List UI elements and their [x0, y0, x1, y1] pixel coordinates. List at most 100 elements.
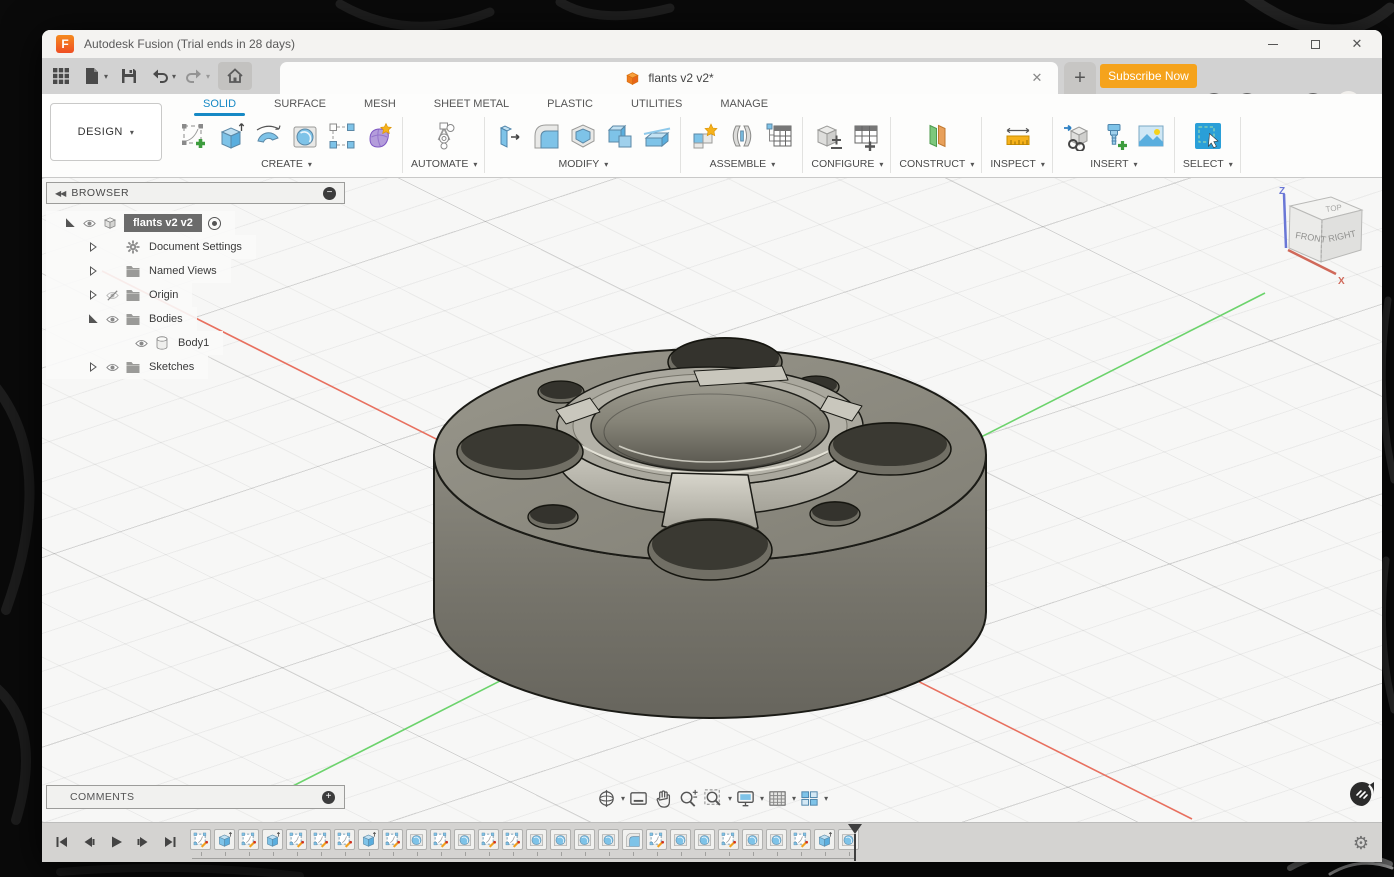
viewport-canvas[interactable]: Z X TOP FRONT RIGHT ◀◀ BROWSER − flants …	[42, 178, 1382, 822]
hole-button[interactable]	[289, 120, 321, 152]
construct-plane-button[interactable]	[921, 120, 953, 152]
group-label[interactable]: CONSTRUCT▾	[899, 158, 974, 170]
pattern-button[interactable]	[326, 120, 358, 152]
ribbon-tab-mesh[interactable]: MESH	[345, 94, 415, 115]
timeline-feature-sketch[interactable]	[238, 829, 259, 850]
step-back-button[interactable]	[79, 832, 99, 852]
timeline-feature-sketch[interactable]	[790, 829, 811, 850]
timeline-feature-extrude[interactable]	[814, 829, 835, 850]
fillet-button[interactable]	[530, 120, 562, 152]
close-button[interactable]: ✕	[1336, 30, 1378, 58]
skip-end-button[interactable]	[160, 832, 180, 852]
ribbon-tab-utilities[interactable]: UTILITIES	[612, 94, 701, 115]
timeline-feature-sketch[interactable]	[478, 829, 499, 850]
eye-icon[interactable]	[134, 336, 149, 351]
view-cube[interactable]: Z X TOP FRONT RIGHT	[1279, 186, 1362, 287]
tab-close-icon[interactable]: ✕	[1028, 69, 1046, 87]
revolve-button[interactable]	[252, 120, 284, 152]
timeline-feature-hole[interactable]	[742, 829, 763, 850]
home-button[interactable]	[218, 62, 252, 90]
redo-button[interactable]: ▾	[184, 62, 210, 90]
display-settings-button[interactable]	[733, 786, 757, 810]
group-label[interactable]: INSERT▾	[1090, 158, 1137, 170]
body1-model[interactable]	[434, 337, 986, 718]
timeline-feature-sketch[interactable]	[502, 829, 523, 850]
timeline-feature-extrude[interactable]	[358, 829, 379, 850]
collapse-panel-icon[interactable]: ◀◀	[55, 189, 65, 198]
assistant-bubble[interactable]	[1348, 780, 1376, 808]
group-label[interactable]: CREATE▾	[261, 158, 312, 170]
pan-button[interactable]	[651, 786, 675, 810]
configuration-button[interactable]	[813, 120, 845, 152]
subscribe-now-button[interactable]: Subscribe Now	[1100, 64, 1197, 88]
timeline-settings-gear-icon[interactable]: ⚙	[1350, 832, 1372, 854]
browser-header[interactable]: ◀◀ BROWSER −	[46, 182, 345, 204]
browser-item-origin[interactable]: Origin	[46, 283, 192, 307]
group-label[interactable]: CONFIGURE▾	[811, 158, 883, 170]
timeline-feature-extrude[interactable]	[214, 829, 235, 850]
eye-icon[interactable]	[105, 360, 120, 375]
workspace-selector[interactable]: DESIGN ▾	[50, 103, 162, 161]
eye-icon[interactable]	[105, 312, 120, 327]
play-button[interactable]	[106, 832, 126, 852]
save-button[interactable]	[116, 62, 142, 90]
expand-collapsed-icon[interactable]	[85, 362, 101, 372]
timeline-feature-hole[interactable]	[598, 829, 619, 850]
grid-settings-button[interactable]	[765, 786, 789, 810]
group-label[interactable]: INSPECT▾	[990, 158, 1045, 170]
maximize-button[interactable]	[1294, 30, 1336, 58]
timeline-feature-hole[interactable]	[454, 829, 475, 850]
shell-button[interactable]	[567, 120, 599, 152]
timeline-feature-hole[interactable]	[766, 829, 787, 850]
expand-expanded-icon[interactable]	[85, 314, 101, 324]
create-form-button[interactable]	[363, 120, 395, 152]
undo-button[interactable]: ▾	[150, 62, 176, 90]
title-bar[interactable]: F Autodesk Fusion (Trial ends in 28 days…	[42, 30, 1382, 58]
zoom-button[interactable]	[676, 786, 700, 810]
orbit-button[interactable]	[594, 786, 618, 810]
fit-button[interactable]	[701, 786, 725, 810]
timeline-feature-sketch[interactable]	[718, 829, 739, 850]
ribbon-tab-surface[interactable]: SURFACE	[255, 94, 345, 115]
insert-canvas-button[interactable]	[1135, 120, 1167, 152]
timeline-feature-hole[interactable]	[526, 829, 547, 850]
timeline-feature-hole[interactable]	[694, 829, 715, 850]
group-label[interactable]: AUTOMATE▾	[411, 158, 477, 170]
bom-button[interactable]	[763, 120, 795, 152]
timeline-feature-sketch[interactable]	[286, 829, 307, 850]
timeline-feature-hole[interactable]	[670, 829, 691, 850]
new-component-button[interactable]	[689, 120, 721, 152]
timeline-playhead[interactable]	[848, 824, 862, 861]
browser-item-flants-v2-v2[interactable]: flants v2 v2	[46, 211, 235, 235]
joint-button[interactable]	[726, 120, 758, 152]
expand-collapsed-icon[interactable]	[85, 290, 101, 300]
ribbon-tab-solid[interactable]: SOLID	[184, 94, 255, 115]
select-button[interactable]	[1192, 120, 1224, 152]
skip-start-button[interactable]	[52, 832, 72, 852]
step-forward-button[interactable]	[133, 832, 153, 852]
timeline-feature-sketch[interactable]	[382, 829, 403, 850]
group-label[interactable]: SELECT▾	[1183, 158, 1233, 170]
automate-button[interactable]	[428, 120, 460, 152]
timeline-feature-sketch[interactable]	[430, 829, 451, 850]
browser-item-document-settings[interactable]: Document Settings	[46, 235, 256, 259]
expand-collapsed-icon[interactable]	[85, 266, 101, 276]
group-label[interactable]: ASSEMBLE▾	[710, 158, 776, 170]
insert-fastener-button[interactable]	[1098, 120, 1130, 152]
config-table-button[interactable]	[850, 120, 882, 152]
timeline-feature-hole[interactable]	[574, 829, 595, 850]
insert-derive-button[interactable]	[1061, 120, 1093, 152]
browser-item-bodies[interactable]: Bodies	[46, 307, 197, 331]
ribbon-tab-sheet-metal[interactable]: SHEET METAL	[415, 94, 528, 115]
look-at-button[interactable]	[626, 786, 650, 810]
timeline-feature-sketch[interactable]	[190, 829, 211, 850]
file-button[interactable]: ▾	[82, 62, 108, 90]
browser-item-sketches[interactable]: Sketches	[46, 355, 208, 379]
press-pull-button[interactable]	[493, 120, 525, 152]
timeline-feature-hole[interactable]	[406, 829, 427, 850]
combine-button[interactable]	[604, 120, 636, 152]
timeline-feature-chamfer[interactable]	[622, 829, 643, 850]
eye-off-icon[interactable]	[105, 288, 120, 303]
eye-icon[interactable]	[82, 216, 97, 231]
new-tab-button[interactable]: +	[1064, 62, 1096, 94]
